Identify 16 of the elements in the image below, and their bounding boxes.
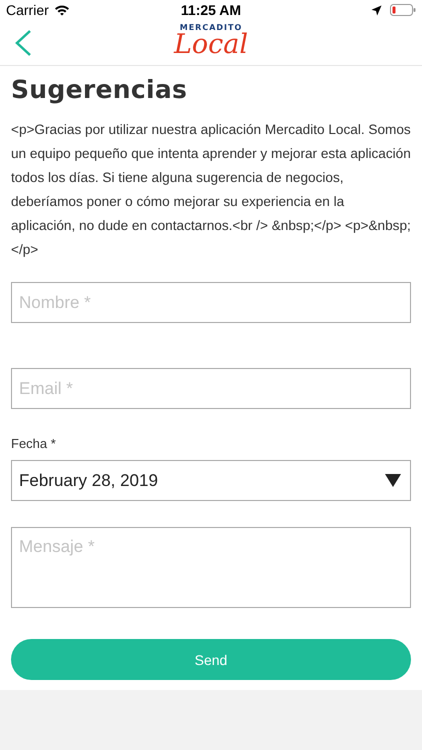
wifi-icon [54, 4, 70, 16]
field-label: Fecha * [11, 436, 57, 451]
location-arrow-icon [371, 4, 382, 16]
battery-icon [390, 4, 416, 16]
carrier-name: Carrier [6, 2, 49, 18]
back-button[interactable] [13, 28, 33, 56]
text-field[interactable]: Email * [11, 368, 411, 409]
page-title: Sugerencias [11, 75, 188, 104]
clock-time: 11:25 AM [180, 2, 242, 18]
logo-text: MERCADITO [180, 23, 242, 32]
message-field[interactable]: Mensaje * [11, 527, 411, 608]
text-field[interactable]: Nombre * [11, 282, 411, 323]
date-dropdown[interactable]: February 28, 2019 [11, 460, 411, 501]
intro-paragraph: <p>Gracias por utilizar nuestra aplicación Mercadito Local. Somos un equipo pequeño que intenta aprender y mejorar esta aplicación todos los días. Si tiene alguna sugerencia de negocios, deberíamos poner o cómo mejorar su experiencia en la aplicación, no dude en contactarnos.<br /> &nbsp;</p> <p>&nbsp;</p> [11, 121, 411, 259]
logo-text: Local [174, 30, 248, 60]
dropdown-triangle-icon [385, 474, 401, 487]
